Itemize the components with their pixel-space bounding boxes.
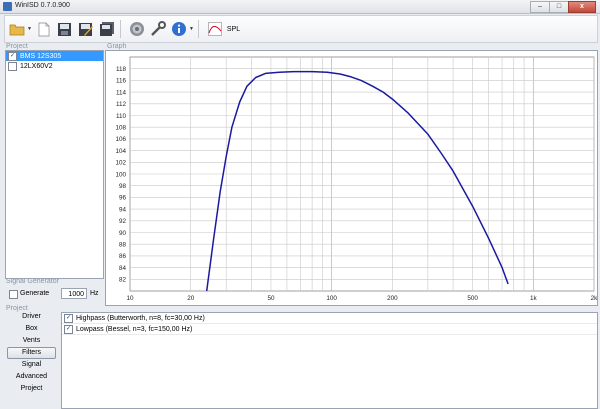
x-tick-label: 1k bbox=[530, 295, 538, 302]
app-icon bbox=[3, 2, 12, 11]
new-document-icon[interactable] bbox=[35, 20, 53, 38]
generate-checkbox[interactable] bbox=[9, 290, 18, 299]
tab-filters[interactable]: Filters bbox=[7, 347, 56, 359]
toolbar-separator bbox=[197, 20, 199, 38]
y-tick-label: 94 bbox=[119, 206, 127, 213]
x-tick-label: 10 bbox=[126, 295, 134, 302]
tab-driver[interactable]: Driver bbox=[3, 311, 60, 323]
tab-project[interactable]: Project bbox=[3, 383, 60, 395]
y-tick-label: 96 bbox=[119, 195, 127, 202]
signal-generator-section-label: Signal Generator bbox=[6, 278, 59, 285]
save-icon[interactable] bbox=[56, 20, 74, 38]
filter-checkbox[interactable]: ✓ bbox=[64, 313, 73, 323]
open-dropdown-arrow[interactable]: ▼ bbox=[27, 26, 32, 32]
y-tick-label: 114 bbox=[116, 89, 127, 96]
y-tick-label: 110 bbox=[116, 113, 127, 120]
filter-row-lowpass[interactable]: ✓ Lowpass (Bessel, n=3, fc=150,00 Hz) bbox=[62, 324, 597, 335]
spl-chart-icon[interactable] bbox=[206, 20, 224, 38]
frequency-input[interactable]: 1000 bbox=[61, 288, 87, 299]
y-tick-label: 102 bbox=[115, 160, 126, 167]
filter-label: Lowpass (Bessel, n=3, fc=150,00 Hz) bbox=[76, 325, 193, 333]
y-tick-label: 108 bbox=[115, 125, 126, 132]
info-dropdown-arrow[interactable]: ▼ bbox=[189, 26, 194, 32]
project-checkbox[interactable] bbox=[8, 61, 17, 71]
spl-label[interactable]: SPL bbox=[227, 26, 240, 33]
y-tick-label: 104 bbox=[115, 148, 126, 155]
driver-icon[interactable] bbox=[128, 20, 146, 38]
y-tick-label: 100 bbox=[115, 171, 126, 178]
x-tick-label: 50 bbox=[267, 295, 275, 302]
y-tick-label: 86 bbox=[119, 253, 127, 260]
project-nav: Driver Box Vents Filters Signal Advanced… bbox=[3, 311, 60, 407]
maximize-button[interactable]: □ bbox=[549, 1, 569, 13]
tab-box[interactable]: Box bbox=[3, 323, 60, 335]
frequency-unit: Hz bbox=[90, 290, 99, 297]
project-item-bms[interactable]: ✓ BMS 12S305 bbox=[6, 51, 103, 61]
project-item-12lx[interactable]: 12LX60V2 bbox=[6, 61, 103, 71]
projects-list[interactable]: ✓ BMS 12S305 12LX60V2 bbox=[5, 50, 104, 279]
filter-checkbox[interactable]: ✓ bbox=[64, 324, 73, 334]
window-title: WinISD 0.7.0.900 bbox=[15, 2, 70, 9]
project-checkbox[interactable]: ✓ bbox=[8, 51, 17, 61]
spl-chart[interactable]: 82 84 86 88 90 92 94 96 98 100 102 104 106 108 110 112 1… bbox=[106, 51, 598, 305]
graph-panel: 82 84 86 88 90 92 94 96 98 100 102 104 106 108 110 112 1… bbox=[105, 50, 598, 306]
tab-advanced[interactable]: Advanced bbox=[3, 371, 60, 383]
y-tick-label: 116 bbox=[116, 78, 127, 85]
x-tick-label: 200 bbox=[387, 295, 398, 302]
y-tick-label: 84 bbox=[119, 265, 127, 272]
y-tick-label: 106 bbox=[115, 136, 126, 143]
wrench-icon[interactable] bbox=[149, 20, 167, 38]
y-tick-label: 98 bbox=[119, 183, 127, 190]
close-button[interactable]: x bbox=[568, 1, 596, 13]
filter-row-highpass[interactable]: ✓ Highpass (Butterworth, n=8, fc=30,00 H… bbox=[62, 313, 597, 324]
y-tick-label: 92 bbox=[119, 218, 127, 225]
generate-label: Generate bbox=[20, 290, 50, 297]
filters-list[interactable]: ✓ Highpass (Butterworth, n=8, fc=30,00 H… bbox=[61, 312, 598, 409]
project-name: BMS 12S305 bbox=[20, 52, 62, 60]
filter-label: Highpass (Butterworth, n=8, fc=30,00 Hz) bbox=[76, 314, 205, 322]
y-tick-label: 118 bbox=[116, 66, 127, 73]
graph-section-label: Graph bbox=[107, 43, 127, 50]
x-tick-label: 500 bbox=[467, 295, 478, 302]
project-name: 12LX60V2 bbox=[20, 62, 53, 70]
y-tick-label: 112 bbox=[116, 101, 127, 108]
x-tick-label: 2k bbox=[591, 295, 597, 302]
signal-generator: Generate 1000 Hz bbox=[5, 285, 102, 305]
info-icon[interactable] bbox=[170, 20, 188, 38]
title-bar: WinISD 0.7.0.900 – □ x bbox=[0, 0, 600, 14]
y-tick-label: 82 bbox=[119, 277, 127, 284]
save-all-icon[interactable] bbox=[98, 20, 116, 38]
open-folder-icon[interactable] bbox=[8, 20, 26, 38]
tab-signal[interactable]: Signal bbox=[3, 359, 60, 371]
minimize-button[interactable]: – bbox=[530, 1, 550, 13]
x-tick-label: 100 bbox=[326, 295, 337, 302]
save-as-icon[interactable] bbox=[77, 20, 95, 38]
project-section-label: Project bbox=[6, 43, 28, 50]
x-tick-label: 20 bbox=[187, 295, 195, 302]
toolbar: ▼ ▼ SPL bbox=[4, 15, 598, 43]
tab-vents[interactable]: Vents bbox=[3, 335, 60, 347]
window-controls: – □ x bbox=[530, 1, 596, 13]
y-tick-label: 90 bbox=[119, 230, 127, 237]
y-tick-label: 88 bbox=[119, 242, 127, 249]
toolbar-separator bbox=[119, 20, 121, 38]
